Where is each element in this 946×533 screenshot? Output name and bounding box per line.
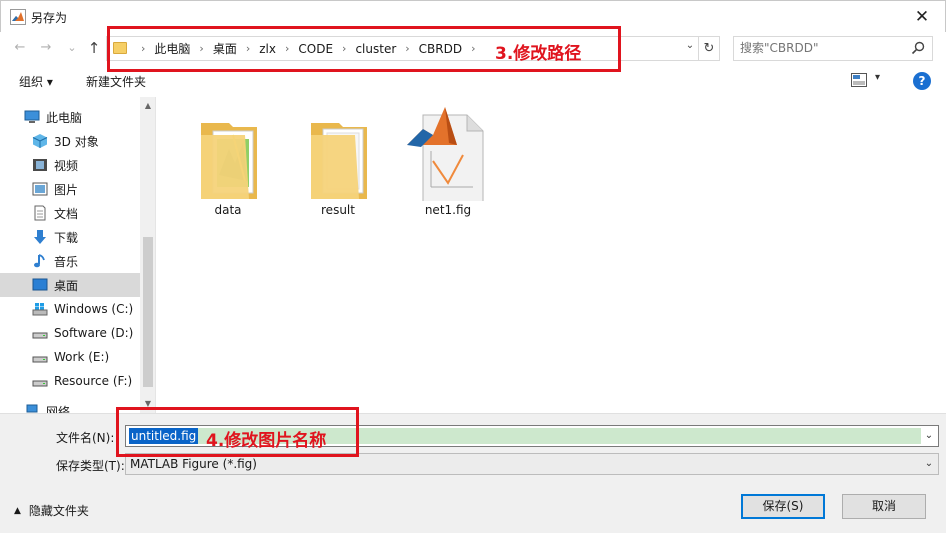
search-box[interactable] bbox=[733, 36, 933, 61]
sidebar-item-resource-f[interactable]: Resource (F:) bbox=[0, 369, 140, 393]
filetype-label: 保存类型(T): bbox=[56, 459, 125, 473]
pc-icon bbox=[24, 110, 40, 123]
new-folder-button[interactable]: 新建文件夹 bbox=[86, 73, 146, 90]
sidebar-item-label: Work (E:) bbox=[54, 350, 110, 364]
back-button[interactable]: ← bbox=[10, 38, 30, 58]
hide-folders-label: 隐藏文件夹 bbox=[28, 504, 89, 518]
navigation-pane: 此电脑 3D 对象 视频 图片 文档 下载 音乐 桌面 Windows (C:)… bbox=[0, 97, 156, 413]
cube-icon bbox=[32, 134, 48, 148]
address-dropdown-icon[interactable]: ⌄ bbox=[683, 40, 697, 51]
matlab-icon bbox=[10, 9, 26, 25]
file-item-data[interactable]: data bbox=[178, 105, 278, 217]
filename-annotation-text: 4.修改图片名称 bbox=[206, 431, 327, 451]
forward-button[interactable]: → bbox=[36, 38, 56, 58]
chevron-down-icon[interactable]: ⌄ bbox=[920, 426, 938, 446]
sidebar-item-windows-c[interactable]: Windows (C:) bbox=[0, 297, 140, 321]
close-button[interactable]: ✕ bbox=[899, 1, 945, 33]
sidebar-item-label: 网络 bbox=[46, 404, 71, 414]
search-icon[interactable] bbox=[910, 40, 926, 56]
music-icon bbox=[34, 254, 45, 268]
sidebar-item-label: Resource (F:) bbox=[54, 374, 133, 388]
sidebar-item-downloads[interactable]: 下载 bbox=[0, 225, 140, 249]
path-annotation-text: 3.修改路径 bbox=[495, 44, 582, 64]
file-name: data bbox=[214, 203, 242, 217]
sidebar-item-videos[interactable]: 视频 bbox=[0, 153, 140, 177]
file-item-result[interactable]: result bbox=[288, 105, 388, 217]
windows-drive-icon bbox=[32, 303, 48, 316]
folder-with-images-icon bbox=[201, 123, 257, 199]
drive-icon bbox=[32, 380, 48, 387]
network-icon bbox=[26, 404, 38, 413]
view-options-icon[interactable] bbox=[851, 73, 867, 87]
sidebar-item-label: 此电脑 bbox=[46, 110, 83, 125]
sidebar-item-label: 文档 bbox=[54, 206, 79, 221]
sidebar-scrollbar[interactable]: ▲ ▼ bbox=[140, 97, 155, 413]
sidebar-item-work-e[interactable]: Work (E:) bbox=[0, 345, 140, 369]
filetype-value: MATLAB Figure (*.fig) bbox=[130, 457, 257, 471]
folder-with-pages-icon bbox=[311, 123, 367, 199]
help-button[interactable]: ? bbox=[913, 72, 931, 90]
sidebar-item-label: 下载 bbox=[54, 230, 79, 245]
sidebar-item-label: 3D 对象 bbox=[54, 134, 99, 149]
window-title: 另存为 bbox=[31, 11, 68, 25]
sidebar-item-label: 图片 bbox=[54, 182, 79, 197]
video-icon bbox=[33, 159, 47, 171]
drive-icon bbox=[32, 332, 48, 339]
sidebar-item-this-pc[interactable]: 此电脑 bbox=[0, 105, 140, 129]
filename-label: 文件名(N): bbox=[56, 431, 115, 445]
sidebar-item-music[interactable]: 音乐 bbox=[0, 249, 140, 273]
file-name: net1.fig bbox=[424, 203, 472, 217]
organize-menu[interactable]: 组织 ▾ bbox=[19, 73, 53, 90]
file-name: result bbox=[321, 203, 355, 217]
sidebar-item-label: Software (D:) bbox=[54, 326, 134, 340]
sidebar-item-pictures[interactable]: 图片 bbox=[0, 177, 140, 201]
sidebar-item-label: 音乐 bbox=[54, 254, 79, 269]
recent-locations-button[interactable]: ⌄ bbox=[62, 38, 82, 58]
refresh-button[interactable]: ↻ bbox=[698, 37, 719, 60]
picture-icon bbox=[32, 182, 48, 196]
sidebar-item-label: 桌面 bbox=[54, 278, 79, 293]
chevron-up-icon: ▲ bbox=[14, 505, 21, 516]
file-list: data result net1.fig bbox=[157, 97, 946, 413]
scroll-up-icon[interactable]: ▲ bbox=[140, 101, 155, 110]
save-button[interactable]: 保存(S) bbox=[741, 494, 825, 519]
sidebar-item-3d-objects[interactable]: 3D 对象 bbox=[0, 129, 140, 153]
sidebar-item-desktop[interactable]: 桌面 bbox=[0, 273, 140, 297]
sidebar-item-label: Windows (C:) bbox=[54, 302, 134, 316]
up-button[interactable]: ↑ bbox=[84, 38, 104, 58]
drive-icon bbox=[32, 356, 48, 363]
matlab-figure-icon bbox=[407, 107, 484, 201]
sidebar-item-software-d[interactable]: Software (D:) bbox=[0, 321, 140, 345]
sidebar-item-documents[interactable]: 文档 bbox=[0, 201, 140, 225]
scrollbar-thumb[interactable] bbox=[143, 237, 153, 387]
sidebar-item-label: 视频 bbox=[54, 158, 79, 173]
hide-folders-toggle[interactable]: ▲ 隐藏文件夹 bbox=[14, 502, 89, 519]
download-icon bbox=[34, 230, 46, 244]
chevron-down-icon[interactable]: ⌄ bbox=[920, 454, 938, 474]
search-input[interactable] bbox=[734, 37, 904, 59]
desktop-icon bbox=[32, 278, 48, 291]
cancel-button[interactable]: 取消 bbox=[842, 494, 926, 519]
view-dropdown-icon[interactable]: ▾ bbox=[875, 72, 880, 83]
document-icon bbox=[34, 205, 46, 221]
file-item-net1-fig[interactable]: net1.fig bbox=[398, 105, 498, 217]
